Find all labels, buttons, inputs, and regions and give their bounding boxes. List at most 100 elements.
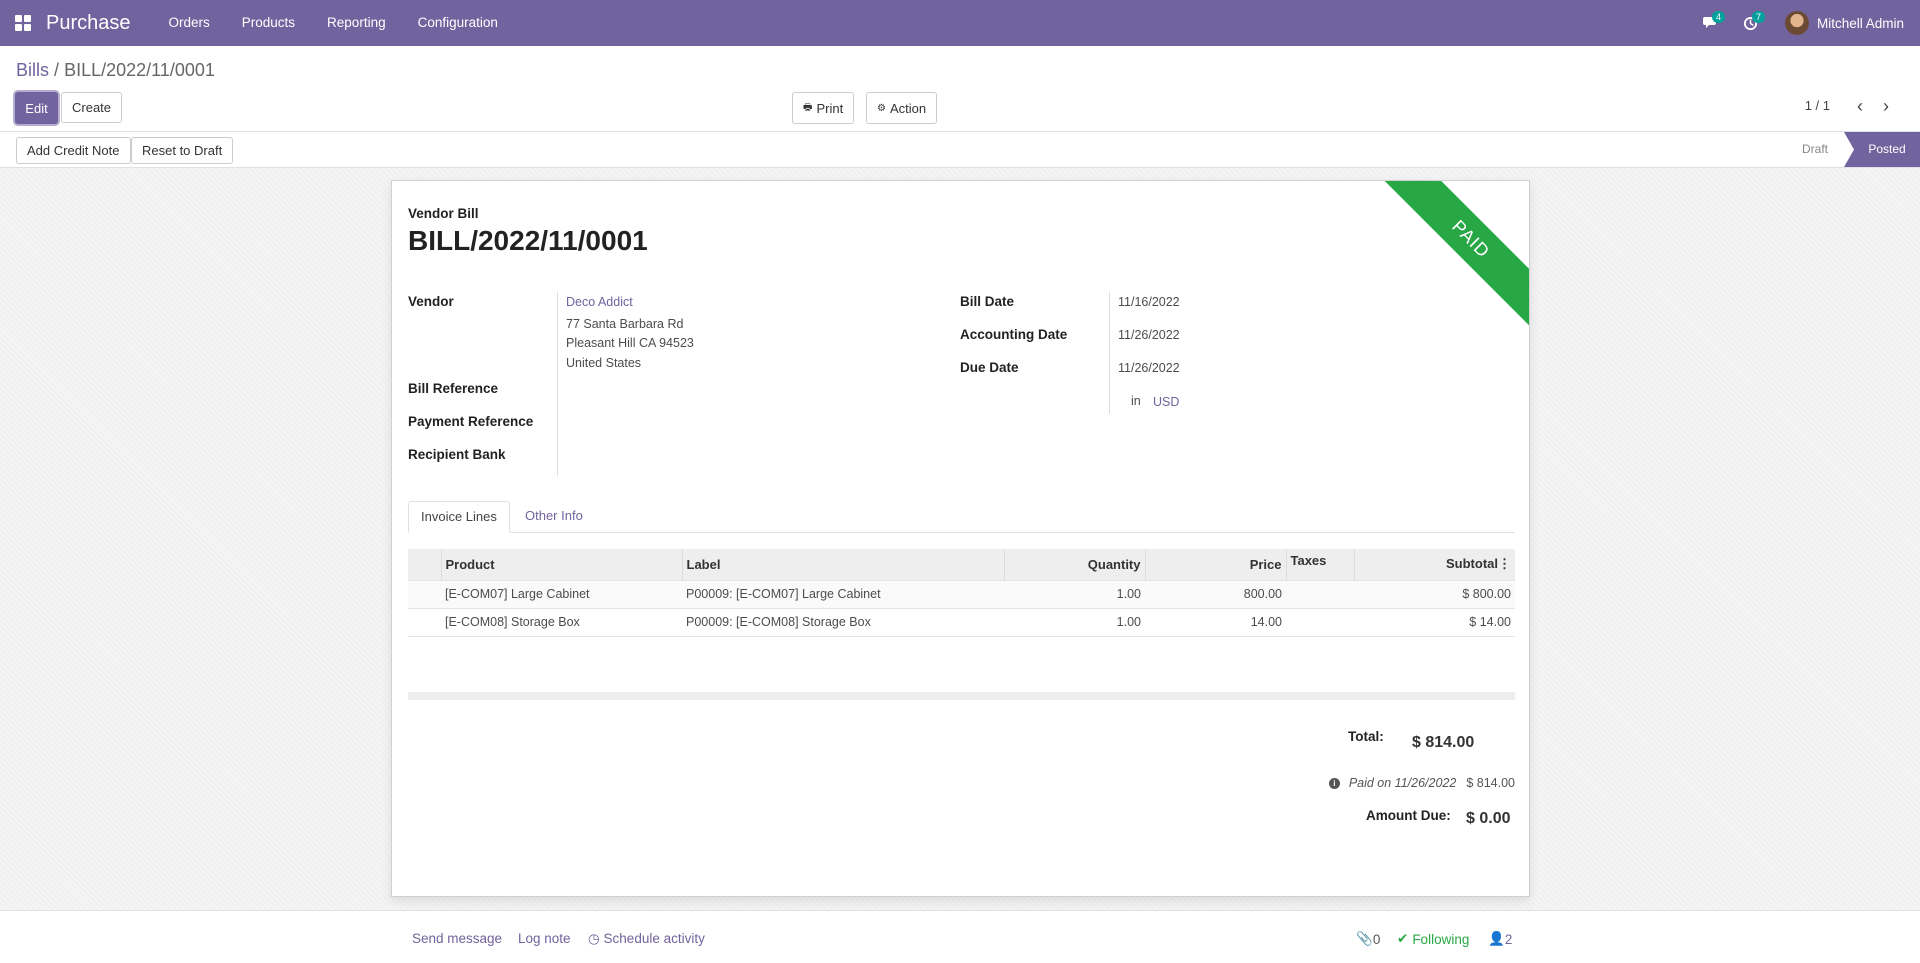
activities-badge: 7 [1751, 11, 1765, 23]
bill-date-label: Bill Date [960, 294, 1015, 309]
print-button[interactable]: 🖶 Print [792, 92, 855, 124]
breadcrumb-bills[interactable]: Bills [16, 60, 49, 80]
bill-reference-label: Bill Reference [408, 381, 499, 396]
breadcrumb-current: BILL/2022/11/0001 [64, 60, 215, 80]
main-menu: Orders Products Reporting Configuration [153, 0, 514, 46]
due-date-value: 11/26/2022 [1118, 361, 1180, 375]
cell-product: [E-COM07] Large Cabinet [441, 579, 682, 608]
column-header-product[interactable]: Product [440, 549, 682, 580]
followers-count: 2 [1504, 931, 1513, 947]
attachments-button[interactable]: 📎 0 [1356, 931, 1380, 947]
currency-link[interactable]: USD [1153, 395, 1179, 409]
paid-amount: $ 814.00 [1466, 776, 1515, 790]
breadcrumb: Bills / BILL/2022/11/0001 [16, 60, 215, 81]
log-note-button[interactable]: Log note [518, 931, 571, 946]
menu-reporting[interactable]: Reporting [311, 0, 402, 46]
amount-due-label: Amount Due: [1366, 808, 1451, 823]
menu-configuration[interactable]: Configuration [402, 0, 514, 46]
optional-columns-icon[interactable]: ⋮ [1498, 556, 1511, 572]
user-name: Mitchell Admin [1816, 15, 1904, 31]
reset-to-draft-button[interactable]: Reset to Draft [131, 137, 234, 164]
breadcrumb-separator: / [54, 60, 60, 80]
vendor-address-line1: 77 Santa Barbara Rd [566, 317, 684, 331]
paid-on-text: Paid on 11/26/2022 [1348, 776, 1457, 790]
activity-menu[interactable]: 7 [1731, 0, 1771, 46]
table-footer [408, 692, 1515, 700]
empty-row [408, 635, 1515, 664]
edit-button[interactable]: Edit [15, 92, 58, 124]
tab-other-info[interactable]: Other Info [513, 501, 595, 533]
cell-taxes [1286, 607, 1354, 636]
recipient-bank-label: Recipient Bank [408, 447, 506, 462]
notebook-tabs: Invoice Lines Other Info [408, 501, 1515, 533]
send-message-button[interactable]: Send message [412, 931, 502, 946]
document-name: BILL/2022/11/0001 [408, 225, 648, 256]
action-button[interactable]: ⚙ Action [866, 92, 938, 124]
app-name[interactable]: Purchase [46, 12, 131, 35]
cell-quantity: 1.00 [1004, 607, 1145, 636]
followers-button[interactable]: 👤 2 [1488, 931, 1512, 947]
right-field-separator [1109, 292, 1110, 414]
chatter-topbar: Send message Log note ◷ Schedule activit… [0, 910, 1920, 963]
create-button[interactable]: Create [61, 92, 123, 123]
due-date-label: Due Date [960, 360, 1019, 375]
vendor-address-line2: Pleasant Hill CA 94523 [566, 336, 694, 350]
stage-draft[interactable]: Draft [1802, 132, 1840, 167]
following-label: Following [1412, 931, 1470, 947]
form-sheet: PAID Vendor Bill BILL/2022/11/0001 Vendo… [391, 180, 1530, 897]
table-header-row: Product Label Quantity Price Taxes Subto… [408, 549, 1515, 580]
clock-icon: ◷ [588, 931, 600, 946]
total-label: Total: [1348, 729, 1384, 744]
user-menu[interactable]: Mitchell Admin [1784, 11, 1904, 35]
systray: 4 7 Mitchell Admin [1691, 0, 1920, 46]
vendor-address-line3: United States [566, 356, 642, 370]
subtotal-header-label: Subtotal [1446, 556, 1498, 572]
print-icon: 🖶 [803, 101, 813, 113]
cell-quantity: 1.00 [1004, 579, 1145, 608]
table-row[interactable]: [E-COM08] Storage Box P00009: [E-COM08] … [408, 607, 1515, 636]
accounting-date-label: Accounting Date [960, 327, 1068, 342]
apps-menu-icon[interactable] [0, 0, 46, 46]
messaging-menu[interactable]: 4 [1691, 0, 1731, 46]
payment-line: i Paid on 11/26/2022 $ 814.00 [1328, 776, 1515, 790]
info-icon[interactable]: i [1328, 777, 1340, 789]
vendor-label: Vendor [408, 294, 454, 309]
column-header-subtotal[interactable]: Subtotal ⋮ [1353, 549, 1515, 580]
menu-products[interactable]: Products [226, 0, 311, 46]
table-row[interactable]: [E-COM07] Large Cabinet P00009: [E-COM07… [408, 579, 1515, 608]
menu-orders[interactable]: Orders [153, 0, 226, 46]
currency-in-label: in [1131, 394, 1141, 408]
add-credit-note-button[interactable]: Add Credit Note [16, 137, 131, 164]
user-icon: 👤 [1488, 931, 1505, 946]
attachments-count: 0 [1372, 931, 1381, 947]
print-label: Print [816, 100, 844, 116]
avatar [1784, 11, 1809, 35]
column-header-taxes[interactable]: Taxes [1285, 549, 1354, 580]
status-bar: Add Credit Note Reset to Draft Draft Pos… [0, 132, 1920, 168]
cell-label: P00009: [E-COM08] Storage Box [682, 607, 1004, 636]
pager-value[interactable]: 1 / 1 [1805, 98, 1830, 113]
column-header-quantity[interactable]: Quantity [1003, 549, 1145, 580]
paid-ribbon: PAID [1379, 181, 1529, 331]
column-header-price[interactable]: Price [1144, 549, 1286, 580]
invoice-lines-table: Product Label Quantity Price Taxes Subto… [408, 549, 1515, 664]
bill-date-value: 11/16/2022 [1118, 295, 1180, 309]
cell-label: P00009: [E-COM07] Large Cabinet [682, 579, 1004, 608]
total-value: $ 814.00 [1412, 734, 1475, 751]
chevron-right-icon[interactable]: › [1876, 96, 1896, 117]
tab-invoice-lines[interactable]: Invoice Lines [408, 501, 510, 533]
column-header-label[interactable]: Label [681, 549, 1004, 580]
cell-price: 14.00 [1145, 607, 1286, 636]
schedule-activity-label: Schedule activity [603, 931, 705, 946]
document-type: Vendor Bill [408, 206, 479, 221]
cell-product: [E-COM08] Storage Box [441, 607, 682, 636]
stage-posted[interactable]: Posted [1844, 132, 1920, 167]
vendor-name-link[interactable]: Deco Addict [566, 295, 633, 309]
row-handle [408, 579, 441, 608]
schedule-activity-button[interactable]: ◷ Schedule activity [588, 931, 705, 947]
chevron-left-icon[interactable]: ‹ [1850, 96, 1870, 117]
messages-badge: 4 [1711, 11, 1725, 23]
following-button[interactable]: ✔ Following [1397, 931, 1469, 947]
payment-reference-label: Payment Reference [408, 414, 534, 429]
handle-column-header [408, 549, 441, 580]
